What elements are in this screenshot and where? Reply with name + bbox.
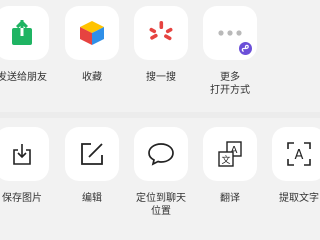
more-label-line2: 打开方式 [210, 85, 250, 96]
save-image-item[interactable]: 保存图片 [0, 127, 49, 205]
action-sheet: 发送给朋友 收藏 搜一搜 更多 打开方式 保存图片 编辑 定位到聊天 位置 A … [0, 0, 320, 240]
edit-icon [79, 141, 105, 167]
svg-text:A: A [295, 148, 304, 163]
translate-item[interactable]: A 文 翻译 [203, 127, 257, 205]
extract-text-label: 提取文字 [279, 193, 319, 204]
locate-chat-icon [147, 141, 175, 167]
save-image-button[interactable] [0, 127, 49, 181]
extract-text-button[interactable]: A [272, 127, 320, 181]
save-image-label: 保存图片 [2, 193, 42, 204]
mini-program-badge-icon [238, 41, 253, 56]
translate-icon: A 文 [216, 140, 244, 168]
svg-text:文: 文 [221, 154, 230, 166]
more-open-with-item[interactable]: 更多 打开方式 [203, 6, 257, 97]
translate-button[interactable]: A 文 [203, 127, 257, 181]
favorite-cube-icon [78, 19, 106, 47]
edit-item[interactable]: 编辑 [65, 127, 119, 205]
extract-text-item[interactable]: A 提取文字 [272, 127, 320, 205]
send-to-friend-label: 发送给朋友 [0, 72, 47, 83]
translate-label: 翻译 [220, 193, 240, 204]
more-open-with-button[interactable] [203, 6, 257, 60]
more-label-line1: 更多 [220, 72, 240, 83]
send-to-friend-icon [10, 20, 34, 46]
favorite-item[interactable]: 收藏 [65, 6, 119, 84]
locate-chat-label-line1: 定位到聊天 [136, 193, 186, 204]
save-image-icon [10, 142, 34, 166]
edit-button[interactable] [65, 127, 119, 181]
search-item[interactable]: 搜一搜 [134, 6, 188, 84]
locate-chat-button[interactable] [134, 127, 188, 181]
favorite-button[interactable] [65, 6, 119, 60]
action-row: 保存图片 编辑 定位到聊天 位置 A 文 翻译 A 提取文字 [0, 118, 320, 230]
send-to-friend-button[interactable] [0, 6, 49, 60]
edit-label: 编辑 [82, 193, 102, 204]
search-one-search-icon [148, 20, 174, 46]
favorite-label: 收藏 [82, 72, 102, 83]
send-to-friend-item[interactable]: 发送给朋友 [0, 6, 49, 84]
extract-text-icon: A [286, 141, 312, 167]
locate-chat-label-line2: 位置 [151, 206, 171, 217]
share-row: 发送给朋友 收藏 搜一搜 更多 打开方式 [0, 0, 320, 112]
more-dots-icon [217, 29, 243, 37]
search-button[interactable] [134, 6, 188, 60]
search-label: 搜一搜 [146, 72, 176, 83]
locate-chat-item[interactable]: 定位到聊天 位置 [134, 127, 188, 218]
